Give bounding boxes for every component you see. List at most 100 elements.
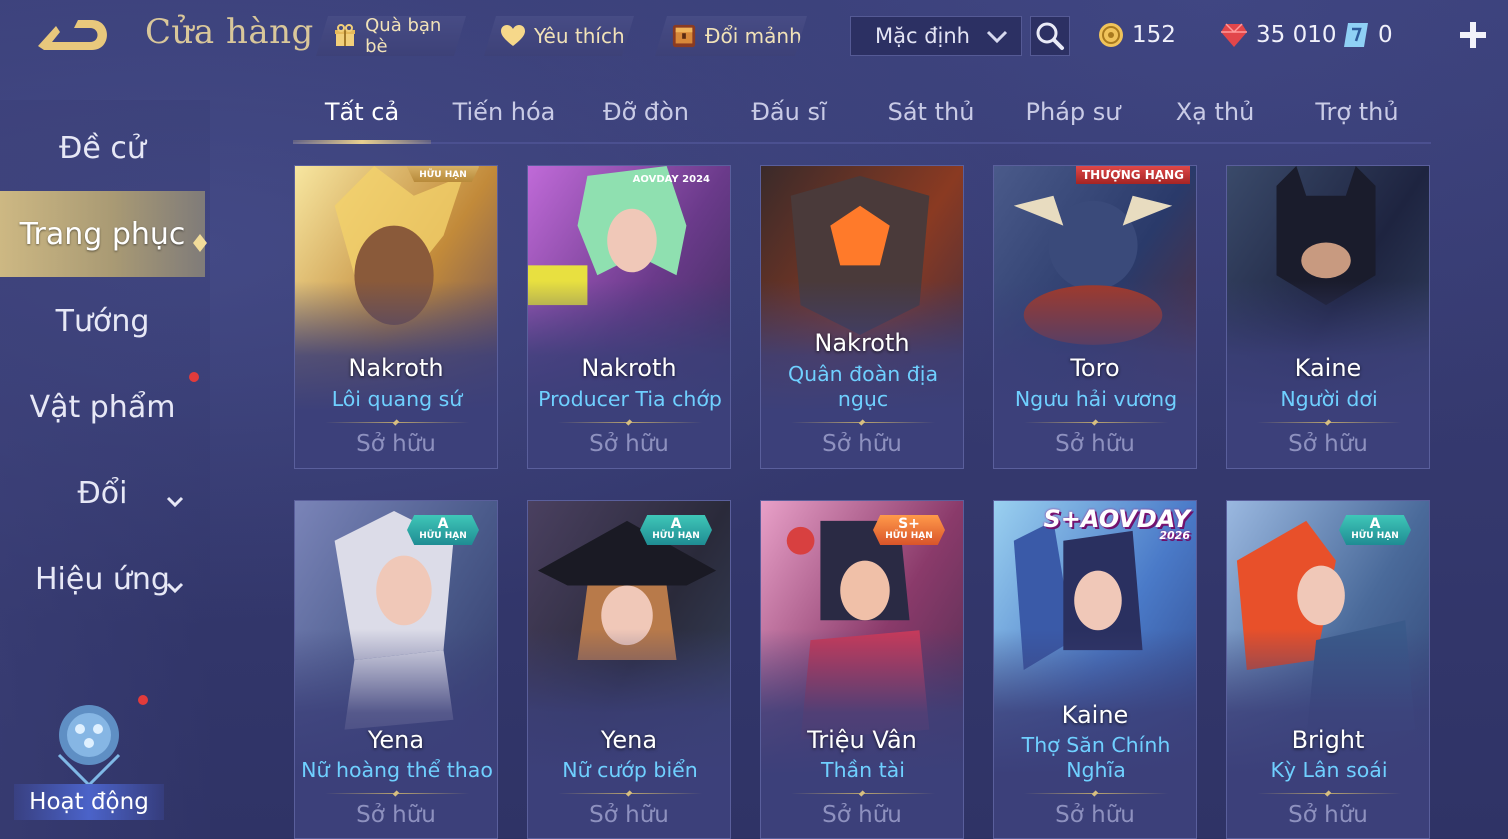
owned-status: Sở hữu: [1055, 431, 1135, 457]
hero-name: Kaine: [1061, 701, 1129, 729]
owned-status: Sở hữu: [1055, 802, 1135, 828]
ruby-amount: 35 010: [1256, 22, 1337, 48]
gold-amount: 152: [1132, 22, 1176, 48]
skin-card[interactable]: AOVDAY 2024 Nakroth Producer Tia chớp Sở…: [527, 165, 731, 469]
sidebar-item-label: Hiệu ứng: [35, 561, 170, 597]
sidebar-item-label: Vật phẩm: [29, 389, 176, 425]
tab-tank[interactable]: Đỡ đòn: [577, 98, 715, 126]
tab-mage[interactable]: Pháp sư: [1004, 98, 1142, 126]
hero-name: Bright: [1291, 726, 1365, 754]
activity-button[interactable]: Hoạt động: [14, 695, 164, 820]
tab-favorites[interactable]: Yêu thích: [484, 16, 634, 56]
tab-marksman[interactable]: Xạ thủ: [1146, 98, 1284, 126]
tab-support[interactable]: Trợ thủ: [1288, 98, 1426, 126]
owned-status: Sở hữu: [822, 802, 902, 828]
skin-name: Người dơi: [1280, 387, 1378, 411]
hero-name: Yena: [367, 726, 425, 754]
tab-fighter[interactable]: Đấu sĩ: [720, 98, 858, 126]
skin-card[interactable]: HỮU HẠN Nakroth Lôi quang sứ Sở hữu: [294, 165, 498, 469]
tab-friend-gifts-label: Quà bạn bè: [365, 15, 442, 57]
chevron-down-icon: [165, 482, 185, 517]
skin-card[interactable]: A HỮU HẠN Yena Nữ cướp biển Sở hữu: [527, 500, 731, 839]
grade-badge: A HỮU HẠN: [407, 515, 479, 545]
sort-dropdown-value: Mặc định: [875, 24, 970, 48]
owned-status: Sở hữu: [1288, 431, 1368, 457]
sidebar-item-label: Trang phục: [19, 216, 186, 252]
owned-status: Sở hữu: [822, 431, 902, 457]
limited-badge: HỮU HẠN: [407, 166, 479, 182]
card-divider: [325, 793, 469, 794]
back-arrow-icon: [38, 20, 107, 50]
notification-dot: [189, 372, 199, 382]
plus-icon: [1460, 22, 1486, 48]
skin-card[interactable]: S+ HỮU HẠN Triệu Vân Thần tài Sở hữu: [760, 500, 964, 839]
heart-icon: [500, 23, 526, 49]
card-divider: [791, 793, 935, 794]
owned-status: Sở hữu: [356, 802, 436, 828]
gold-currency: 152: [1098, 18, 1176, 52]
card-divider: [1257, 422, 1401, 423]
activity-label: Hoạt động: [14, 784, 164, 820]
diamond-marker-icon: [193, 225, 207, 260]
skin-name: Quân đoàn địa ngục: [787, 362, 939, 411]
voucher-currency: 0: [1342, 18, 1393, 52]
sidebar-item-items[interactable]: Vật phẩm: [0, 364, 205, 450]
card-divider: [558, 793, 702, 794]
hero-name: Kaine: [1294, 354, 1362, 382]
skin-name: Kỳ Lân soái: [1270, 758, 1388, 782]
ruby-gem-icon: [1221, 23, 1247, 47]
tab-exchange-shards-label: Đổi mảnh: [705, 24, 802, 48]
back-button[interactable]: [34, 14, 112, 56]
sidebar-item-exchange[interactable]: Đổi: [0, 450, 205, 536]
card-divider: [1024, 793, 1168, 794]
hero-name: Nakroth: [581, 354, 677, 382]
skin-card[interactable]: Kaine Người dơi Sở hữu: [1226, 165, 1430, 469]
skin-name: Nữ cướp biển: [562, 758, 698, 782]
add-currency-button[interactable]: [1456, 18, 1490, 52]
skin-card[interactable]: S+AOVDAY 2026 Kaine Thợ Săn Chính Nghĩa …: [993, 500, 1197, 839]
top-bar: Cửa hàng Quà bạn bè Yêu thích Đổi mảnh M…: [0, 0, 1508, 72]
skin-name: Ngưu hải vương: [1014, 387, 1178, 411]
sidebar-item-heroes[interactable]: Tướng: [0, 278, 205, 364]
chevron-down-icon: [985, 27, 1009, 51]
event-logo: S+AOVDAY 2026: [1043, 505, 1190, 542]
category-tabs: Tất cả Tiến hóa Đỡ đòn Đấu sĩ Sát thủ Ph…: [293, 90, 1431, 144]
owned-status: Sở hữu: [589, 431, 669, 457]
premium-ribbon: THƯỢNG HẠNG: [1075, 166, 1190, 184]
card-divider: [1024, 422, 1168, 423]
tab-assassin[interactable]: Sát thủ: [862, 98, 1000, 126]
card-divider: [558, 422, 702, 423]
owned-status: Sở hữu: [356, 431, 436, 457]
skin-card[interactable]: A HỮU HẠN Yena Nữ hoàng thể thao Sở hữu: [294, 500, 498, 839]
skin-card[interactable]: Nakroth Quân đoàn địa ngục Sở hữu: [760, 165, 964, 469]
tab-all[interactable]: Tất cả: [293, 98, 431, 126]
tab-evolution[interactable]: Tiến hóa: [435, 98, 573, 126]
sidebar-item-skins[interactable]: Trang phục: [0, 191, 207, 277]
skin-card[interactable]: A HỮU HẠN Bright Kỳ Lân soái Sở hữu: [1226, 500, 1430, 839]
tab-exchange-shards[interactable]: Đổi mảnh: [655, 16, 807, 56]
shard-chest-icon: [671, 23, 697, 49]
hero-name: Nakroth: [814, 329, 910, 357]
gold-coin-icon: [1099, 23, 1123, 47]
skin-card[interactable]: THƯỢNG HẠNG Toro Ngưu hải vương Sở hữu: [993, 165, 1197, 469]
grade-badge: S+ HỮU HẠN: [873, 515, 945, 545]
sidebar-item-label: Tướng: [55, 303, 150, 339]
grade-badge: A HỮU HẠN: [1339, 515, 1411, 545]
skin-name: Lôi quang sứ: [331, 387, 463, 411]
tab-friend-gifts[interactable]: Quà bạn bè: [316, 16, 466, 56]
sidebar-item-label: Đổi: [77, 475, 128, 511]
sidebar-item-featured[interactable]: Đề cử: [0, 105, 205, 191]
hero-name: Yena: [600, 726, 658, 754]
tab-favorites-label: Yêu thích: [534, 24, 625, 48]
search-icon: [1036, 22, 1064, 50]
sort-dropdown[interactable]: Mặc định: [850, 16, 1022, 56]
owned-status: Sở hữu: [1288, 802, 1368, 828]
sidebar-item-effects[interactable]: Hiệu ứng: [0, 536, 205, 622]
hero-name: Toro: [1070, 354, 1120, 382]
card-divider: [791, 422, 935, 423]
voucher-icon: [1344, 23, 1368, 47]
ruby-currency: 35 010: [1220, 18, 1336, 52]
aovday-label: AOVDAY 2024: [632, 174, 710, 185]
search-button[interactable]: [1030, 16, 1070, 56]
active-tab-underline: [293, 140, 431, 144]
